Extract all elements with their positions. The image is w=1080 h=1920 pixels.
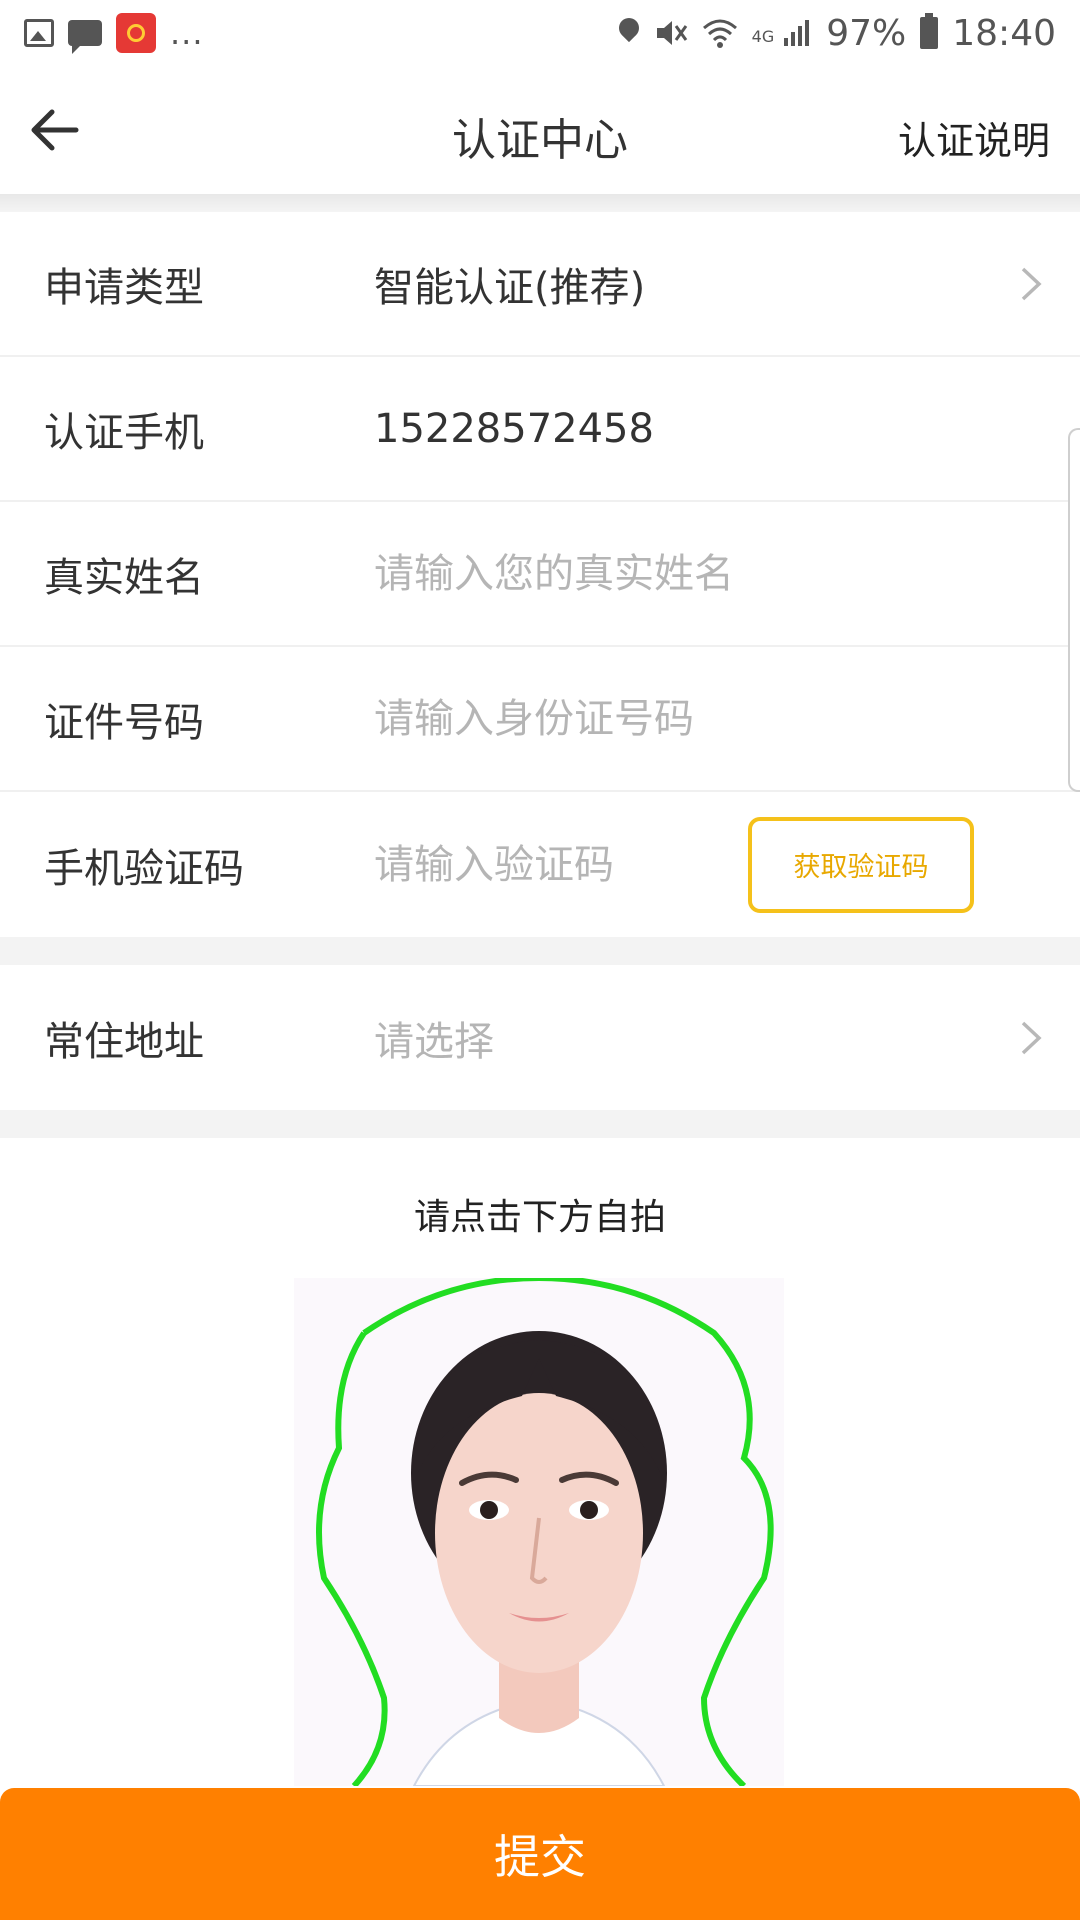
wifi-icon xyxy=(702,19,737,48)
phone-number-value: 15228572458 xyxy=(374,405,654,452)
row-label: 证件号码 xyxy=(44,699,204,746)
row-label: 认证手机 xyxy=(44,409,204,456)
row-label: 申请类型 xyxy=(44,264,204,311)
verification-code-input[interactable] xyxy=(374,834,714,895)
address-select-value: 请选择 xyxy=(374,1018,494,1065)
row-label: 手机验证码 xyxy=(44,845,244,892)
status-bar: ... 4G 97% 18:40 xyxy=(0,0,1080,66)
submit-button[interactable]: 提交 xyxy=(0,1788,1080,1920)
real-name-input[interactable] xyxy=(374,543,834,604)
signal-icon xyxy=(784,20,810,46)
phone-row: 认证手机 15228572458 xyxy=(0,357,1080,502)
status-bar-left: ... xyxy=(24,13,204,54)
section-divider xyxy=(0,937,1080,965)
chevron-right-icon xyxy=(1021,267,1042,300)
clock: 18:40 xyxy=(952,12,1056,54)
certification-form: 申请类型 智能认证(推荐) 认证手机 15228572458 真实姓名 证件号码… xyxy=(0,212,1080,1138)
status-bar-right: 4G 97% 18:40 xyxy=(618,13,1056,54)
chevron-right-icon xyxy=(1021,1021,1042,1054)
selfie-instruction: 请点击下方自拍 xyxy=(413,1197,666,1238)
get-verification-code-button[interactable]: 获取验证码 xyxy=(748,816,974,913)
id-number-input[interactable] xyxy=(374,688,834,749)
network-type-label: 4G xyxy=(751,26,775,46)
app-badge-icon xyxy=(116,13,156,53)
chat-icon xyxy=(68,20,102,54)
section-divider xyxy=(0,1110,1080,1138)
mute-icon xyxy=(656,21,687,45)
application-type-row[interactable]: 申请类型 智能认证(推荐) xyxy=(0,212,1080,357)
battery-icon xyxy=(920,13,939,49)
row-label: 真实姓名 xyxy=(44,554,204,601)
certification-info-link[interactable]: 认证说明 xyxy=(898,110,1050,165)
face-portrait-image xyxy=(316,1278,774,1786)
row-label: 常住地址 xyxy=(44,1018,204,1065)
selfie-capture-area[interactable] xyxy=(294,1278,784,1786)
address-row[interactable]: 常住地址 请选择 xyxy=(0,965,1080,1110)
id-number-row: 证件号码 xyxy=(0,647,1080,792)
application-type-value: 智能认证(推荐) xyxy=(374,264,646,311)
location-icon xyxy=(618,18,640,48)
header-divider xyxy=(0,194,1080,212)
gallery-icon xyxy=(24,19,54,47)
notification-overflow: ... xyxy=(170,14,204,52)
real-name-row: 真实姓名 xyxy=(0,502,1080,647)
app-header: 认证中心 认证说明 xyxy=(0,66,1080,194)
verification-code-row: 手机验证码 获取验证码 xyxy=(0,792,1080,937)
scroll-handle[interactable] xyxy=(1068,428,1080,792)
battery-percentage: 97% xyxy=(826,12,907,54)
